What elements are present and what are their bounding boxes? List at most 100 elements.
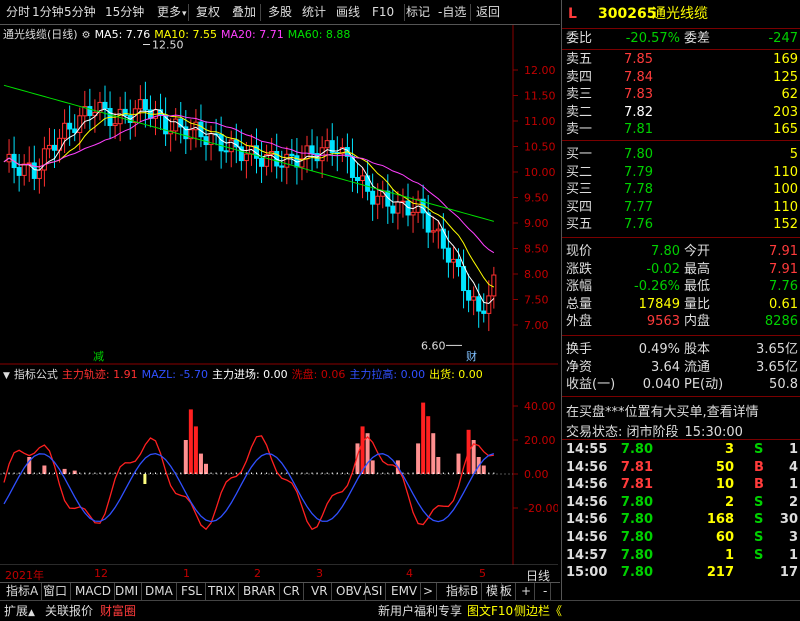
bottom-right-item[interactable]: 图文F10 [467,603,513,619]
toolbar-multi-stock-button[interactable]: 多股 [266,3,294,22]
axis-divider [0,582,560,583]
price-tick-label: 10.50 [524,141,556,154]
row-label: 买二 [566,164,593,180]
row-value: 7.79 [624,164,653,180]
candle-body [62,122,68,139]
toolbar-restore-rights-button[interactable]: 复权 [194,3,222,22]
fundamental-row: 换手 0.49% 股本 3.65亿 [562,341,800,359]
indicator-tab[interactable]: 指标A [3,583,43,600]
toolbar-mark-button[interactable]: 标记 [404,3,432,22]
toolbar-1min-button[interactable]: 1分钟 [30,3,66,22]
divider [562,28,800,29]
indicator-tab[interactable]: ASI [360,583,387,600]
row-label: 现价 [566,244,593,259]
row-value: 7.78 [624,182,653,198]
indicator-tab[interactable]: 板 [497,583,517,600]
tick-count: 4 [788,459,798,475]
row-value: 169 [773,52,798,67]
candle-body [486,295,492,314]
indicator-tab[interactable]: FSL [178,583,206,600]
row-label: 卖一 [566,122,593,138]
indicator-tab[interactable]: DMI [112,583,143,600]
bottom-left-item[interactable]: 关联报价 [45,603,93,619]
indicator-bar [426,416,431,474]
financial-report-marker[interactable]: 财 [466,349,477,363]
row-value: 7.84 [624,69,653,85]
chart-area[interactable]: 12.00 11.50 11.00 10.50 10.00 9.50 9.00 8.50 8.0… [0,25,558,565]
bottom-right-item[interactable]: 新用户福利专享 [378,603,462,619]
kline-chart[interactable]: 12.00 11.50 11.00 10.50 10.00 9.50 9.00 8.50 8.0… [0,25,558,565]
tick-count: 3 [788,530,798,545]
big-order-notice[interactable]: 在买盘***位置有大买单,查看详情 [566,401,759,420]
indicator-tab[interactable]: > [420,583,438,600]
indicator-tab[interactable]: EMV [388,583,422,600]
dropdown-icon: ▾ [182,9,187,19]
bottom-right-item[interactable]: 侧边栏《 [514,603,562,619]
tick-time: 14:56 [566,477,608,493]
stat-row: 涨跌 -0.02 最高 7.91 [562,261,800,279]
row-label: 流通 [684,359,711,375]
reduce-holding-marker[interactable]: 减 [93,350,104,363]
toolbar-statistics-button[interactable]: 统计 [300,3,328,22]
row-value: 62 [781,87,798,103]
stat-row: 涨幅 -0.26% 最低 7.76 [562,278,800,296]
row-label: 今开 [684,244,711,259]
sell-level-row: 卖三 7.83 62 [562,86,800,104]
ma-value: MA20: 7.71 [221,28,284,41]
candle-body [456,258,461,268]
divider [562,335,800,336]
indicator-tab[interactable]: DMA [142,583,177,600]
row-value: 7.83 [624,87,653,103]
toolbar-more-button[interactable]: 更多▾ [155,3,189,22]
row-label: 买四 [566,199,593,215]
expand-icon: ▲ [28,608,35,618]
indicator-tab[interactable]: 指标B [443,583,483,600]
chart-toolbar: 分时 1分钟 5分钟 15分钟 更多▾ 复权 叠加 多股 统计 画线 F10 标记 -自选 返回 [0,0,560,25]
toolbar-f10-button[interactable]: F10 [370,3,396,22]
row-value: 0.61 [769,296,798,312]
indicator-bar [421,402,426,474]
price-tick-label: 12.00 [524,64,556,77]
indicator-tab[interactable]: BRAR [240,583,280,600]
candle-body [142,99,148,111]
row-value: 7.76 [624,217,653,233]
time-axis-label: 1 [183,567,190,580]
toolbar-intraday-button[interactable]: 分时 [4,3,32,22]
toolbar-15min-button[interactable]: 15分钟 [103,3,146,22]
indicator-tab[interactable]: + [518,583,536,600]
divider [562,396,800,397]
indicator-bar [143,474,147,484]
indicator-tab[interactable]: 窗口 [40,583,72,600]
bottom-left-item[interactable]: 扩展▲ [4,603,35,619]
tick-price: 7.80 [620,512,653,528]
tick-volume: 217 [706,565,734,581]
candle-body [243,153,249,162]
indicator-tab[interactable]: TRIX [205,583,240,600]
tick-volume: 60 [715,530,734,545]
candle-body [390,205,396,214]
ma60-line [3,84,494,222]
candle-body [450,258,456,263]
indicator-bar [436,457,441,474]
settings-icon[interactable]: ⚙ [82,30,91,41]
toolbar-add-watchlist-button[interactable]: -自选 [436,3,468,22]
toolbar-back-button[interactable]: 返回 [474,3,502,22]
indicator-value: 主力轨迹: 1.91 [61,368,138,381]
collapse-icon[interactable]: ▼ [3,371,10,381]
indicator-tab[interactable]: VR [308,583,332,600]
indicator-value: 洗盘: 0.06 [291,368,346,381]
indicator-tab[interactable]: - [540,583,552,600]
tick-time: 14:55 [566,442,608,457]
stock-code: 300265 [598,6,657,22]
indicator-tab[interactable]: CR [280,583,304,600]
weibi-row: 委比 -20.57% 委差 -247 [562,30,800,48]
tick-row: 14:56 7.81 10 B 1 [562,476,800,494]
toolbar-draw-line-button[interactable]: 画线 [334,3,362,22]
toolbar-overlay-button[interactable]: 叠加 [230,3,258,22]
bottom-left-item[interactable]: 财富圈 [100,603,136,619]
indicator-tab[interactable]: MACD [72,583,115,600]
toolbar-5min-button[interactable]: 5分钟 [62,3,98,22]
tick-side: S [754,494,764,510]
row-value: 165 [773,122,798,138]
indicator-bar [193,426,198,474]
